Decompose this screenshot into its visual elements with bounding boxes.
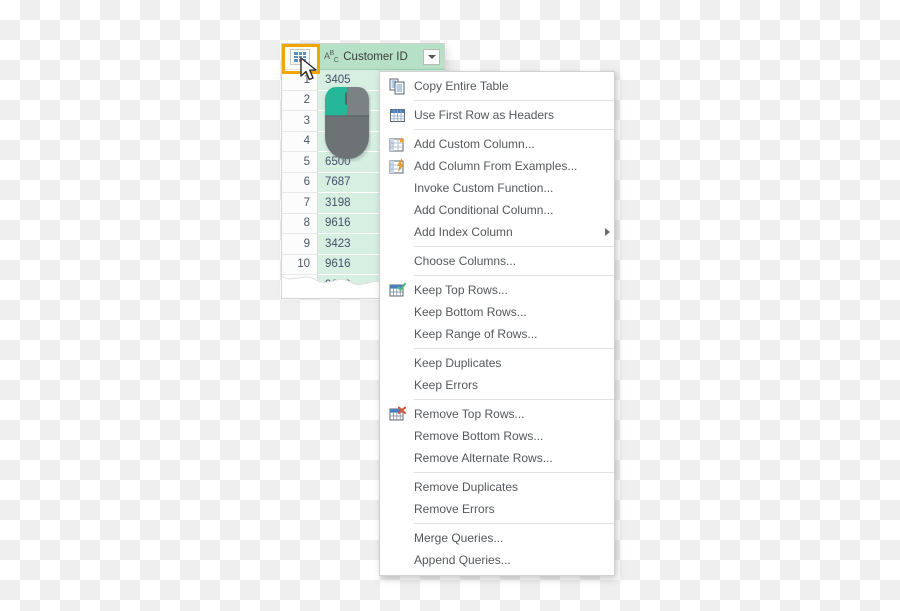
keep-rows-icon	[389, 282, 406, 296]
menu-item-add-custom-column[interactable]: Add Custom Column...	[380, 133, 614, 155]
menu-item-label: Keep Errors	[414, 378, 479, 392]
menu-separator	[414, 523, 614, 524]
menu-item-invoke-custom-function[interactable]: Invoke Custom Function...	[380, 177, 614, 199]
menu-item-add-column-from-examples[interactable]: Add Column From Examples...	[380, 155, 614, 177]
menu-item-label: Copy Entire Table	[414, 79, 509, 93]
menu-item-remove-alternate-rows[interactable]: Remove Alternate Rows...	[380, 447, 614, 469]
menu-item-icon-slot	[380, 107, 414, 124]
menu-item-keep-top-rows[interactable]: Keep Top Rows...	[380, 279, 614, 301]
menu-item-add-index-column[interactable]: Add Index Column	[380, 221, 614, 243]
filter-dropdown-button[interactable]	[423, 48, 440, 65]
menu-item-icon-slot	[380, 136, 414, 153]
submenu-arrow-slot	[600, 228, 614, 236]
menu-item-label: Add Custom Column...	[414, 137, 535, 151]
menu-item-label: Invoke Custom Function...	[414, 181, 554, 195]
menu-item-label: Remove Bottom Rows...	[414, 429, 544, 443]
menu-separator	[414, 100, 614, 101]
menu-item-icon-slot	[380, 158, 414, 175]
menu-separator	[414, 348, 614, 349]
mouse-pointer-cursor	[300, 57, 317, 81]
menu-item-icon-slot	[380, 78, 414, 95]
menu-item-label: Use First Row as Headers	[414, 108, 555, 122]
row-number: 9	[282, 234, 318, 255]
menu-item-label: Keep Top Rows...	[414, 283, 508, 297]
menu-item-use-first-row-as-headers[interactable]: Use First Row as Headers	[380, 104, 614, 126]
menu-item-label: Keep Duplicates	[414, 356, 502, 370]
menu-item-keep-duplicates[interactable]: Keep Duplicates	[380, 352, 614, 374]
add-column-from-examples-icon	[389, 158, 404, 173]
menu-item-icon-slot	[380, 282, 414, 299]
abc-text-type-icon: ABC	[324, 49, 339, 64]
context-menu[interactable]: Copy Entire Table Use First Row as Header…	[379, 71, 615, 576]
row-number: 5	[282, 152, 318, 173]
row-number: 7	[282, 193, 318, 214]
row-number: 8	[282, 213, 318, 234]
menu-item-label: Keep Range of Rows...	[414, 327, 538, 341]
menu-item-icon-slot	[380, 406, 414, 423]
menu-item-label: Append Queries...	[414, 553, 511, 567]
menu-item-label: Remove Duplicates	[414, 480, 519, 494]
menu-item-label: Merge Queries...	[414, 531, 504, 545]
menu-item-merge-queries[interactable]: Merge Queries...	[380, 527, 614, 549]
menu-item-label: Add Index Column	[414, 225, 513, 239]
menu-item-remove-top-rows[interactable]: Remove Top Rows...	[380, 403, 614, 425]
menu-item-append-queries[interactable]: Append Queries...	[380, 549, 614, 571]
computer-mouse-graphic	[325, 87, 369, 159]
menu-item-remove-errors[interactable]: Remove Errors	[380, 498, 614, 520]
row-number: 6	[282, 172, 318, 193]
menu-item-remove-duplicates[interactable]: Remove Duplicates	[380, 476, 614, 498]
remove-rows-icon	[389, 406, 406, 420]
menu-separator	[414, 472, 614, 473]
menu-separator	[414, 129, 614, 130]
menu-item-label: Remove Top Rows...	[414, 407, 525, 421]
copy-icon	[389, 78, 404, 94]
chevron-right-icon	[604, 228, 610, 236]
menu-item-keep-errors[interactable]: Keep Errors	[380, 374, 614, 396]
chevron-down-icon	[427, 54, 436, 59]
menu-item-label: Remove Alternate Rows...	[414, 451, 553, 465]
menu-item-add-conditional-column[interactable]: Add Conditional Column...	[380, 199, 614, 221]
table-headers-icon	[389, 108, 405, 122]
row-number: 10	[282, 254, 318, 275]
column-header-label: Customer ID	[343, 50, 408, 63]
menu-item-keep-bottom-rows[interactable]: Keep Bottom Rows...	[380, 301, 614, 323]
row-number: 4	[282, 131, 318, 152]
menu-item-label: Add Conditional Column...	[414, 203, 554, 217]
menu-item-copy-entire-table[interactable]: Copy Entire Table	[380, 75, 614, 97]
row-number: 2	[282, 90, 318, 111]
menu-item-label: Add Column From Examples...	[414, 159, 578, 173]
menu-item-label: Keep Bottom Rows...	[414, 305, 527, 319]
menu-separator	[414, 275, 614, 276]
column-header-customer-id[interactable]: ABC Customer ID	[319, 44, 444, 70]
menu-item-label: Choose Columns...	[414, 254, 517, 268]
row-number: 11	[282, 275, 318, 296]
menu-separator	[414, 399, 614, 400]
menu-item-choose-columns[interactable]: Choose Columns...	[380, 250, 614, 272]
menu-item-keep-range-of-rows[interactable]: Keep Range of Rows...	[380, 323, 614, 345]
row-number: 3	[282, 111, 318, 132]
menu-item-label: Remove Errors	[414, 502, 495, 516]
menu-item-remove-bottom-rows[interactable]: Remove Bottom Rows...	[380, 425, 614, 447]
menu-separator	[414, 246, 614, 247]
add-custom-column-icon	[389, 136, 404, 151]
